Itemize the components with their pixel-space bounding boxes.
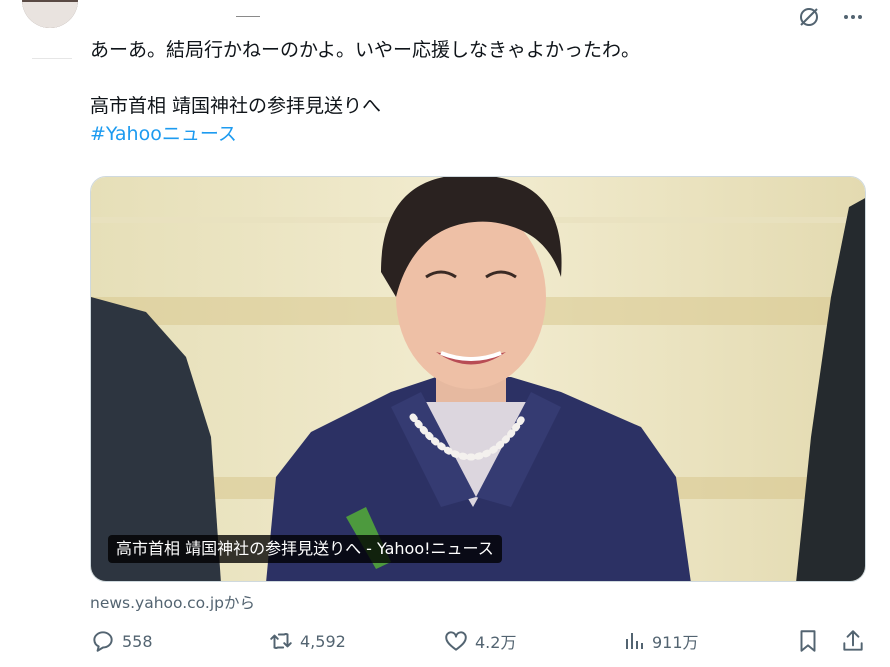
author-name-fragment: [236, 16, 260, 17]
more-icon: [844, 15, 862, 19]
bookmark-button[interactable]: [795, 624, 821, 658]
tweet-actions: 558 4,592 4.2万 911万: [90, 624, 866, 658]
like-count: 4.2万: [475, 633, 517, 652]
card-source[interactable]: news.yahoo.co.jpから: [90, 591, 255, 613]
hashtag-link[interactable]: #Yahooニュース: [90, 120, 860, 148]
views-button[interactable]: 911万: [622, 624, 699, 658]
like-button[interactable]: 4.2万: [443, 624, 516, 658]
repost-icon: [270, 633, 292, 649]
avatar[interactable]: [22, 0, 78, 28]
repost-button[interactable]: 4,592: [268, 624, 346, 658]
reply-button[interactable]: 558: [90, 624, 153, 658]
tweet-text-line: あーあ。結局行かねーのかよ。いやー応援しなきゃよかったわ。: [90, 39, 641, 61]
grok-icon: [800, 8, 818, 26]
avatar-divider: [32, 55, 72, 59]
tweet-top-actions: [796, 4, 866, 30]
card-image: [91, 177, 865, 581]
views-icon: [626, 633, 643, 649]
reply-icon: [93, 631, 113, 652]
reply-count: 558: [122, 631, 153, 651]
link-card[interactable]: 高市首相 靖国神社の参拝見送りへ - Yahoo!ニュース: [90, 176, 866, 582]
like-icon: [445, 631, 467, 651]
card-caption: 高市首相 靖国神社の参拝見送りへ - Yahoo!ニュース: [108, 535, 502, 563]
bookmark-icon: [800, 630, 816, 652]
share-icon: [843, 630, 863, 651]
tweet-text: あーあ。結局行かねーのかよ。いやー応援しなきゃよかったわ。 高市首相 靖国神社の…: [90, 36, 860, 148]
tweet-text-line: 高市首相 靖国神社の参拝見送りへ: [90, 95, 382, 117]
grok-button[interactable]: [796, 4, 822, 30]
views-count: 911万: [652, 633, 699, 652]
text-gap: [90, 64, 860, 92]
more-button[interactable]: [840, 4, 866, 30]
repost-count: 4,592: [300, 631, 346, 651]
share-button[interactable]: [840, 624, 866, 658]
